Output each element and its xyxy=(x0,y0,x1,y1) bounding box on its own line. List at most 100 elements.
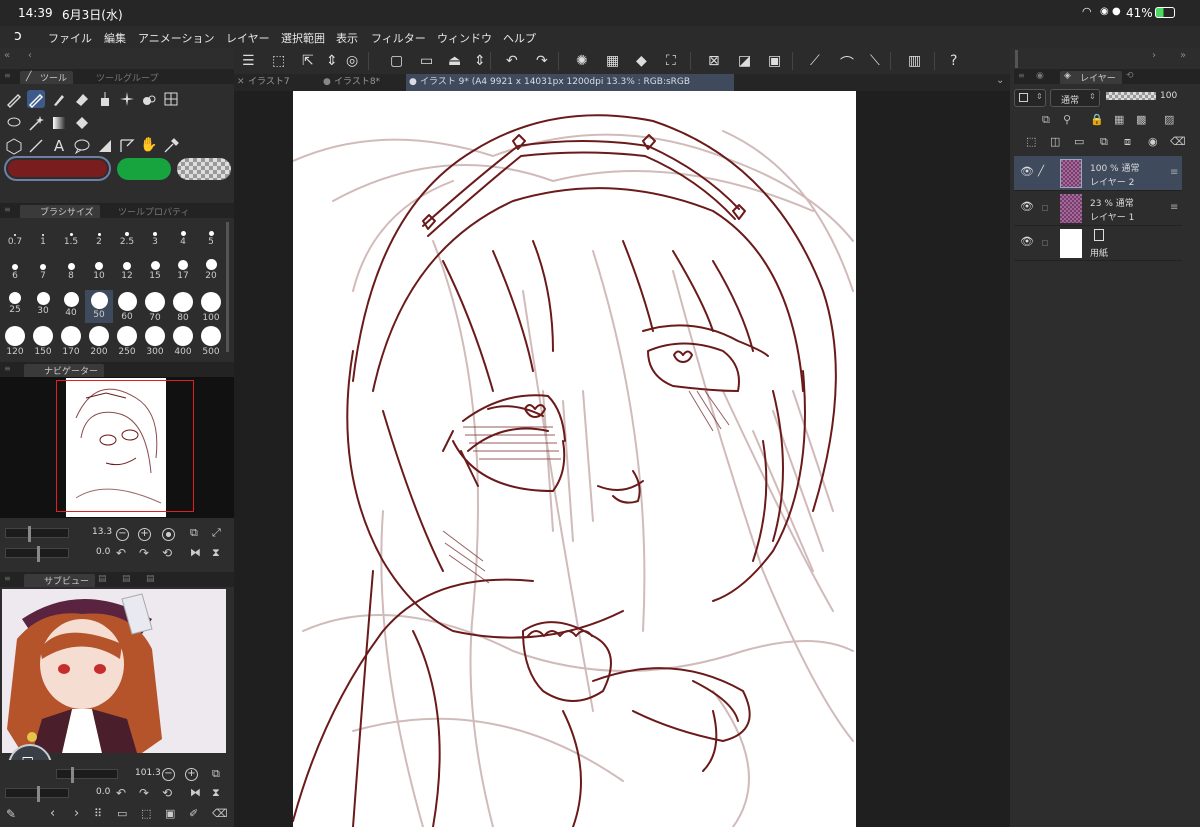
layer-color-select[interactable]: ⇕ xyxy=(1014,89,1046,107)
layer-row-2[interactable]: 👁 ╱ 100 % 通常 レイヤー 2 ≡ xyxy=(1014,156,1182,191)
grid-icon[interactable] xyxy=(162,90,180,108)
brush-size-40[interactable]: 40 xyxy=(57,290,85,323)
eye-icon[interactable]: 👁 xyxy=(1020,166,1034,179)
open-folder-icon[interactable]: ▭ xyxy=(117,807,127,820)
line-icon[interactable] xyxy=(27,137,45,155)
subview-tab-4-icon[interactable]: ▤ xyxy=(146,574,155,584)
mask-icon[interactable]: ◉ xyxy=(1148,135,1158,148)
sub-color-swatch[interactable] xyxy=(117,158,171,180)
brush-scrollbar[interactable] xyxy=(226,222,229,352)
tab-illust-7[interactable]: ✕ イラスト7 xyxy=(234,74,318,91)
reference-icon[interactable]: ⚲ xyxy=(1063,113,1071,126)
transform-icon[interactable]: ⛶ xyxy=(666,53,676,69)
tab-tool-group[interactable]: ツールグループ xyxy=(76,71,164,84)
mask-enable-icon[interactable]: ▩ xyxy=(1136,113,1146,126)
pencil-icon[interactable] xyxy=(27,90,45,108)
tab-subview[interactable]: サブビュー xyxy=(24,574,96,587)
opacity-slider[interactable] xyxy=(1106,92,1156,100)
canvas-paper[interactable] xyxy=(293,91,856,827)
close-tab-icon[interactable]: ✕ xyxy=(237,74,245,91)
brush-size-7[interactable]: 7 xyxy=(29,256,57,289)
menu-edit[interactable]: 編集 xyxy=(104,30,126,46)
tab-illust-9[interactable]: ● イラスト 9* (A4 9921 x 14031px 1200dpi 13.3… xyxy=(406,74,734,104)
tab-tool-property[interactable]: ツールプロパティ xyxy=(98,205,195,218)
new-file-icon[interactable]: ▢ xyxy=(390,53,403,69)
fit-window-icon[interactable]: ⤢ xyxy=(212,526,221,540)
merge-down-icon[interactable]: ⧈ xyxy=(1124,135,1131,149)
line-snap-icon[interactable]: ⟍ xyxy=(870,53,880,69)
brush-size-20[interactable]: 20 xyxy=(197,256,225,289)
zoom-out-icon[interactable]: − xyxy=(116,528,129,541)
open-folder-icon[interactable]: ▭ xyxy=(420,53,433,69)
eyedropper-icon[interactable] xyxy=(162,137,180,155)
hand-icon[interactable]: ✋ xyxy=(140,137,158,155)
brush-size-2.5[interactable]: 2.5 xyxy=(113,222,141,255)
camera-icon[interactable]: ▣ xyxy=(165,807,175,820)
navigator-view[interactable] xyxy=(0,377,234,518)
subview-reference-image[interactable] xyxy=(2,589,226,753)
brush-size-30[interactable]: 30 xyxy=(29,290,57,323)
pen-edit-icon[interactable]: ╱ xyxy=(1038,166,1044,177)
lock-box-icon[interactable] xyxy=(1042,205,1048,211)
new-raster-layer-icon[interactable]: ⬚ xyxy=(1026,135,1036,148)
menu-icon[interactable]: ☰ xyxy=(242,53,255,69)
deselect-icon[interactable]: ⊠ xyxy=(708,53,720,69)
edit-icon[interactable]: ✐ xyxy=(189,807,198,820)
subview-rotate-right-icon[interactable]: ↷ xyxy=(139,786,149,800)
slider-knob[interactable] xyxy=(71,767,74,783)
balloon-icon[interactable] xyxy=(73,137,91,155)
brush-size-1[interactable]: 1 xyxy=(29,222,57,255)
magic-wand-icon[interactable] xyxy=(27,114,45,132)
color-wheel-tab-icon[interactable]: ◉ xyxy=(1036,71,1044,81)
brush-size-0.7[interactable]: 0.7 xyxy=(1,222,29,255)
fill-bucket-icon[interactable] xyxy=(73,114,91,132)
chevron-left-icon[interactable]: ‹ xyxy=(28,50,32,61)
brush-size-8[interactable]: 8 xyxy=(57,256,85,289)
menu-help[interactable]: ヘルプ xyxy=(503,30,536,46)
new-folder-icon[interactable]: ▭ xyxy=(1074,135,1084,148)
invert-icon[interactable]: ◪ xyxy=(738,53,751,69)
flip-vertical-icon[interactable]: ⧗ xyxy=(212,546,220,560)
eye-icon[interactable]: 👁 xyxy=(1020,201,1034,214)
navigator-viewport-frame[interactable] xyxy=(56,380,194,512)
brush-size-250[interactable]: 250 xyxy=(113,324,141,357)
main-color-swatch[interactable] xyxy=(4,156,111,181)
tab-navigator[interactable]: ナビゲーター xyxy=(24,364,105,377)
actual-size-icon[interactable]: ⧉ xyxy=(190,526,198,540)
brush-size-60[interactable]: 60 xyxy=(113,290,141,323)
brush-size-150[interactable]: 150 xyxy=(29,324,57,357)
loading-icon[interactable]: ✺ xyxy=(576,53,588,69)
collapse-right-icon[interactable]: » xyxy=(1180,50,1186,61)
pen-icon[interactable] xyxy=(5,90,23,108)
layer-menu-icon[interactable]: ≡ xyxy=(1170,202,1178,213)
ruler-icon[interactable] xyxy=(118,137,136,155)
brush-size-500[interactable]: 500 xyxy=(197,324,225,357)
collapse-left-icon[interactable]: « xyxy=(4,50,10,61)
navigator-rotate-slider[interactable] xyxy=(5,546,69,562)
brush-icon[interactable] xyxy=(50,90,68,108)
layer-property-tab-icon[interactable]: ⟲ xyxy=(1126,71,1134,81)
text-tool-icon[interactable]: A xyxy=(50,137,68,155)
clip-studio-logo-icon[interactable]: ↄ xyxy=(14,28,22,44)
subview-flip-h-icon[interactable]: ⧓ xyxy=(190,786,201,799)
menu-view[interactable]: 表示 xyxy=(336,30,358,46)
brush-size-170[interactable]: 170 xyxy=(57,324,85,357)
rotate-left-icon[interactable]: ↶ xyxy=(116,546,126,560)
subview-zoom-out-icon[interactable]: − xyxy=(162,768,175,781)
subview-actual-size-icon[interactable]: ⧉ xyxy=(212,767,220,781)
brush-snap-icon[interactable]: ⌒ xyxy=(840,53,854,73)
tab-brush-size[interactable]: ブラシサイズ xyxy=(20,205,100,218)
fill-drops-icon[interactable] xyxy=(140,90,158,108)
eyedropper-icon[interactable]: ✎ xyxy=(6,807,16,821)
lock-alpha-icon[interactable]: ▦ xyxy=(1114,113,1124,126)
lasso-icon[interactable] xyxy=(5,114,23,132)
new-vector-layer-icon[interactable]: ◫ xyxy=(1050,135,1060,148)
blend-mode-select[interactable]: 通常 ⇕ xyxy=(1050,89,1100,107)
menu-selection[interactable]: 選択範囲 xyxy=(281,30,325,46)
undo-icon[interactable]: ↶ xyxy=(506,53,518,69)
lock-box-icon[interactable] xyxy=(1042,240,1048,246)
brush-size-300[interactable]: 300 xyxy=(141,324,169,357)
menu-layer[interactable]: レイヤー xyxy=(226,30,270,46)
subview-zoom-slider[interactable] xyxy=(56,767,118,783)
lock-icon[interactable]: 🔒 xyxy=(1090,113,1104,126)
